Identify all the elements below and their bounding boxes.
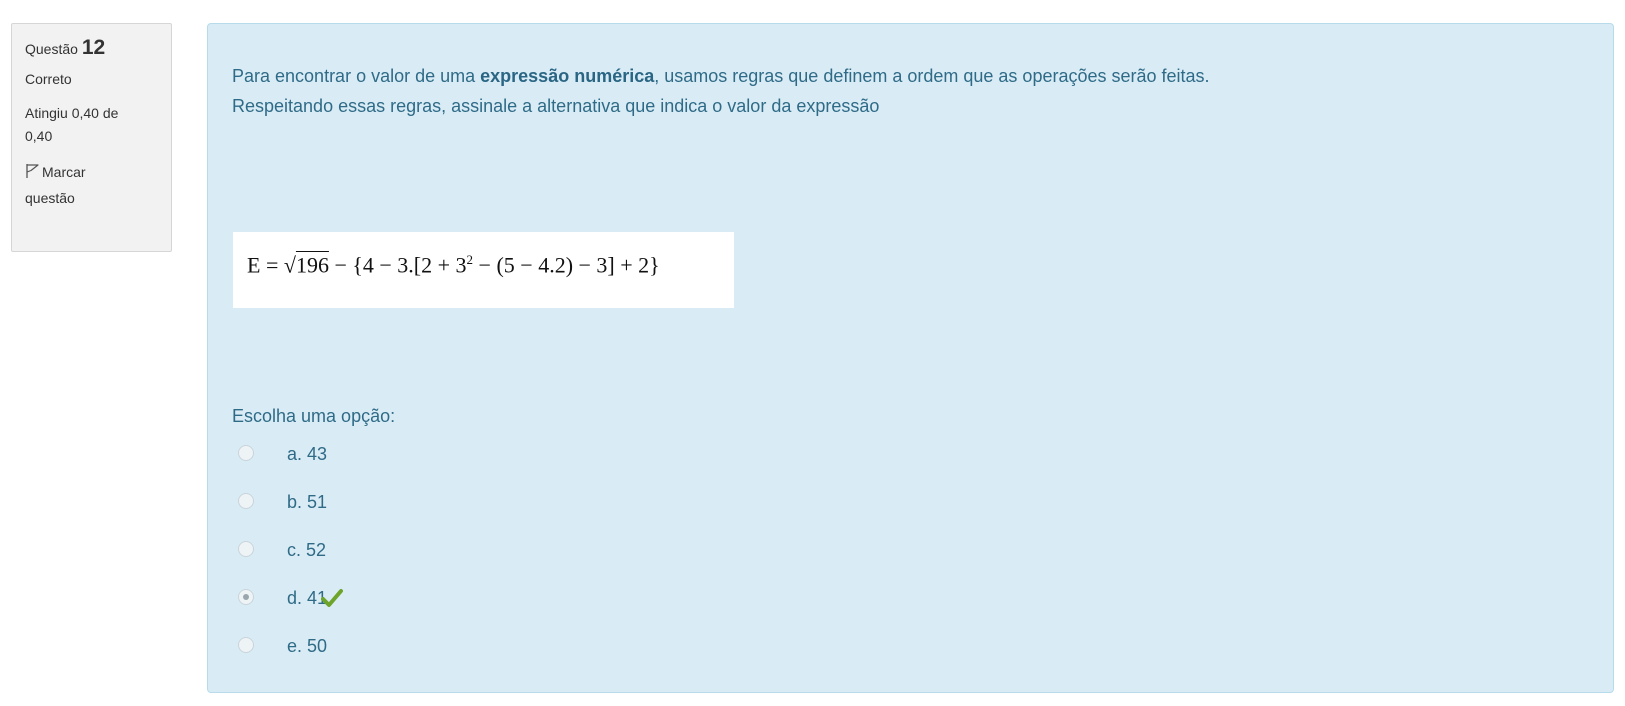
question-text-line-2: Respeitando essas regras, assinale a alt… xyxy=(232,96,880,116)
question-content: Para encontrar o valor de uma expressão … xyxy=(207,23,1614,693)
expression-formula: E = √196 − {4 − 3.[2 + 32 − (5 − 4.2) − … xyxy=(233,232,734,308)
answer-option-a[interactable]: a. 43 xyxy=(238,442,343,490)
radio-b[interactable] xyxy=(238,493,254,509)
option-label-e[interactable]: e. 50 xyxy=(287,634,327,658)
question-word: Questão xyxy=(25,41,78,57)
radio-e[interactable] xyxy=(238,637,254,653)
answer-prompt: Escolha uma opção: xyxy=(232,406,396,426)
option-label-c[interactable]: c. 52 xyxy=(287,538,326,562)
flag-question-link[interactable]: Marcar questão xyxy=(25,159,158,211)
formula-part-2: − (5 − 4.2) − 3] + 2} xyxy=(473,252,660,278)
answer-option-b[interactable]: b. 51 xyxy=(238,490,343,538)
grade-line-2: 0,40 xyxy=(25,128,53,144)
question-number-value: 12 xyxy=(81,36,106,59)
flag-outline-icon xyxy=(26,164,39,178)
radio-d-selected[interactable] xyxy=(238,589,254,605)
checkmark-icon xyxy=(321,589,344,607)
radio-c[interactable] xyxy=(238,541,254,557)
question-text-bold: expressão numérica xyxy=(480,66,655,86)
answer-option-c[interactable]: c. 52 xyxy=(238,538,343,586)
radio-a[interactable] xyxy=(238,445,254,461)
answer-option-e[interactable]: e. 50 xyxy=(238,634,343,682)
question-grade: Atingiu 0,40 de 0,40 xyxy=(25,102,158,148)
question-text-suffix: , usamos regras que definem a ordem que … xyxy=(654,66,1210,86)
formula-lhs: E = xyxy=(247,252,284,278)
answer-options: a. 43 b. 51 c. 52 d. 41 e. 50 xyxy=(238,442,344,682)
flag-label-line-1[interactable]: Marcar xyxy=(42,164,86,180)
option-label-a[interactable]: a. 43 xyxy=(287,442,327,466)
answer-option-d[interactable]: d. 41 xyxy=(238,586,344,634)
formula-radicand: 196 xyxy=(295,252,329,278)
question-text-prefix: Para encontrar o valor de uma xyxy=(232,66,481,86)
grade-line-1: Atingiu 0,40 de xyxy=(25,105,119,121)
sqrt-symbol: √ xyxy=(283,252,296,278)
question-text: Para encontrar o valor de uma expressão … xyxy=(232,61,1572,121)
question-state: Correto xyxy=(25,71,72,87)
question-number: Questão 12 xyxy=(25,36,158,61)
formula-part-1: − {4 − 3.[2 + 3 xyxy=(328,252,467,278)
flag-label-line-2[interactable]: questão xyxy=(25,190,75,206)
option-label-b[interactable]: b. 51 xyxy=(287,490,327,514)
question-info-panel: Questão 12 Correto Atingiu 0,40 de 0,40 … xyxy=(11,23,172,252)
